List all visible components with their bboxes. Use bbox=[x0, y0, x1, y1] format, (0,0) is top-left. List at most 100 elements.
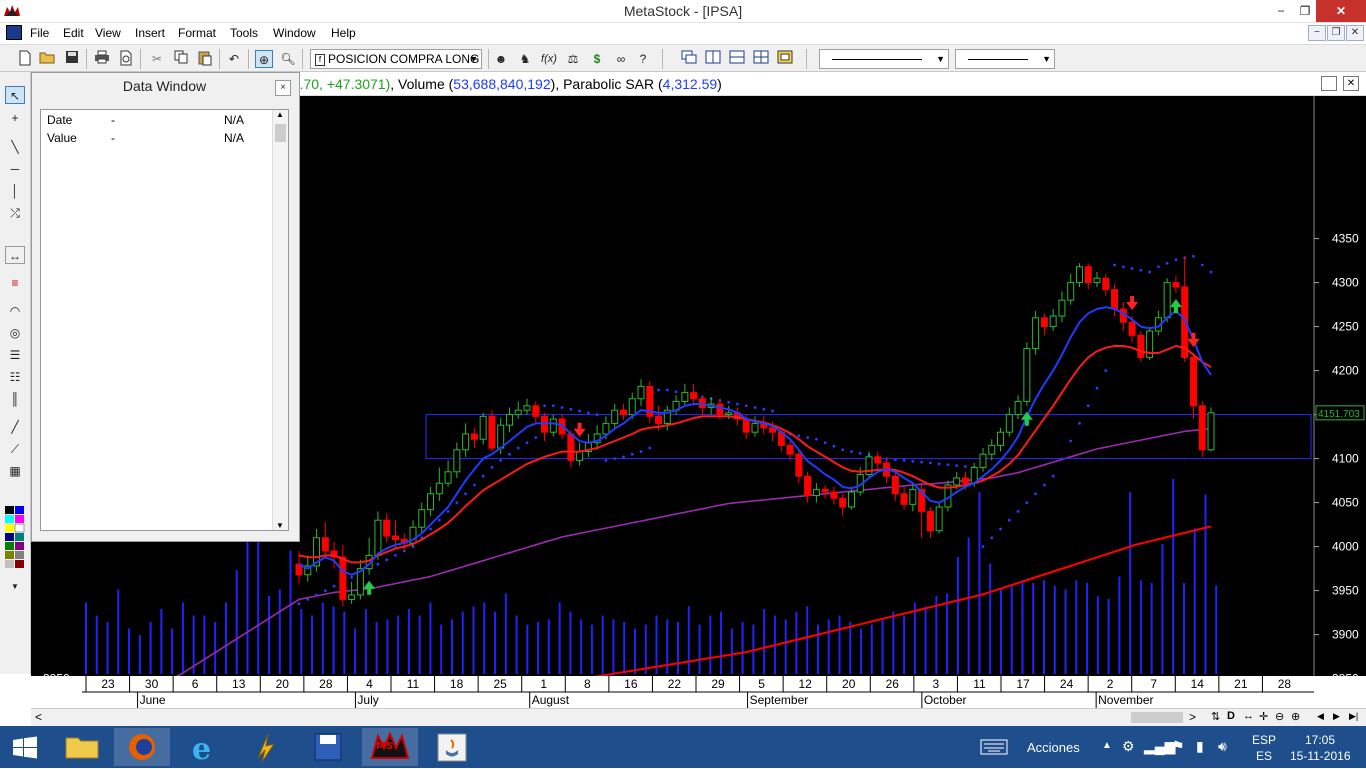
speed-lines-tool-icon[interactable]: ◠ bbox=[5, 302, 25, 320]
time-zones-tool-icon[interactable]: ║ bbox=[5, 390, 25, 408]
menu-format[interactable]: Format bbox=[178, 26, 216, 40]
menu-help[interactable]: Help bbox=[331, 26, 356, 40]
nav-move-icon[interactable]: ✛ bbox=[1259, 710, 1268, 723]
open-folder-icon[interactable] bbox=[38, 50, 56, 68]
document-icon[interactable] bbox=[6, 25, 22, 40]
horizontal-line-tool-icon[interactable]: ─ bbox=[5, 160, 25, 178]
x-axis-month-label: September bbox=[750, 693, 809, 707]
menu-window[interactable]: Window bbox=[273, 26, 316, 40]
cascade-windows-icon[interactable] bbox=[680, 50, 698, 68]
window-close-button[interactable]: ✕ bbox=[1316, 0, 1366, 22]
floppy-save-icon[interactable] bbox=[300, 728, 356, 766]
pane-close-button[interactable]: ✕ bbox=[1343, 76, 1359, 91]
expert-advisor-combo[interactable]: f POSICION COMPRA LONG ▼ bbox=[310, 49, 482, 69]
candle-body bbox=[716, 403, 724, 416]
explorer-icon[interactable]: ♞ bbox=[516, 50, 534, 68]
layout-icon[interactable] bbox=[776, 50, 794, 68]
fibonacci-arcs-tool-icon[interactable]: ◎ bbox=[5, 324, 25, 342]
network-tray-icon[interactable]: ⚙ bbox=[1122, 738, 1135, 755]
menu-insert[interactable]: Insert bbox=[135, 26, 165, 40]
palette-more-icon[interactable]: ▼ bbox=[5, 578, 25, 596]
language-label[interactable]: ESP bbox=[1252, 733, 1276, 747]
dollar-icon[interactable]: $ bbox=[588, 50, 606, 68]
internet-explorer-icon[interactable]: e bbox=[176, 728, 232, 767]
line-style-combo[interactable]: ▼ bbox=[819, 49, 949, 69]
file-explorer-icon[interactable] bbox=[54, 728, 110, 766]
mdi-restore-button[interactable]: ❐ bbox=[1327, 25, 1345, 41]
scroll-down-icon[interactable]: ▼ bbox=[276, 521, 284, 530]
new-file-icon[interactable] bbox=[16, 50, 34, 68]
tile-grid-icon[interactable] bbox=[752, 50, 770, 68]
menu-view[interactable]: View bbox=[95, 26, 121, 40]
scroll-left-icon[interactable]: < bbox=[35, 710, 42, 724]
flag-tray-icon[interactable]: ⚑ bbox=[1172, 738, 1185, 755]
candle-body bbox=[611, 409, 619, 424]
zoom-out-icon[interactable]: ⊖ bbox=[1275, 710, 1284, 723]
channel-tool-icon[interactable]: ≡ bbox=[5, 274, 25, 292]
scroll-thumb[interactable] bbox=[1131, 712, 1183, 723]
arrows-tool-icon[interactable]: ↔ bbox=[5, 246, 25, 264]
java-icon[interactable] bbox=[424, 728, 480, 766]
nav-end-icon[interactable]: ▶| bbox=[1349, 711, 1358, 722]
mdi-close-button[interactable]: ✕ bbox=[1346, 25, 1364, 41]
nav-sort-icon[interactable]: ⇅ bbox=[1211, 710, 1220, 723]
line-tool-icon[interactable]: ╱ bbox=[5, 418, 25, 436]
indicator-builder-icon[interactable]: f(x) bbox=[540, 50, 558, 68]
start-button[interactable] bbox=[0, 728, 50, 766]
gann-grid-tool-icon[interactable]: ▦ bbox=[5, 462, 25, 480]
nav-horizontal-icon[interactable]: ↔ bbox=[1243, 710, 1254, 722]
trendline-tool-icon[interactable]: ╲ bbox=[5, 138, 25, 156]
cut-icon[interactable]: ✂ bbox=[148, 50, 166, 68]
copy-icon[interactable] bbox=[172, 50, 190, 68]
cycle-lines-tool-icon[interactable]: ⤮ bbox=[5, 204, 25, 222]
scroll-thumb[interactable] bbox=[275, 124, 286, 142]
battery-tray-icon[interactable]: ▮ bbox=[1196, 738, 1204, 755]
line-weight-combo[interactable]: ▼ bbox=[955, 49, 1055, 69]
chart-scrollbar[interactable]: < > ⇅ D ↔ ✛ ⊖ ⊕ ◀ ▶ ▶| bbox=[31, 708, 1366, 726]
expert-advisor-icon[interactable]: ☻ bbox=[492, 50, 510, 68]
data-window-close-button[interactable]: × bbox=[275, 80, 291, 96]
pane-maximize-button[interactable] bbox=[1321, 76, 1337, 91]
fibonacci-extension-tool-icon[interactable]: ☷ bbox=[5, 368, 25, 386]
menu-tools[interactable]: Tools bbox=[230, 26, 258, 40]
system-tester-icon[interactable]: ⚖ bbox=[564, 50, 582, 68]
data-window-scrollbar[interactable]: ▲ ▼ bbox=[272, 110, 288, 530]
zoom-icon[interactable]: 🔍︎ bbox=[279, 50, 297, 68]
crosshair-tool-icon[interactable]: + bbox=[5, 109, 25, 127]
menu-edit[interactable]: Edit bbox=[63, 26, 84, 40]
signal-tray-icon[interactable]: ▂▄▆ bbox=[1144, 738, 1175, 755]
nav-periodicity-icon[interactable]: D bbox=[1227, 710, 1235, 722]
keyboard-icon[interactable] bbox=[980, 739, 1008, 758]
paste-icon[interactable] bbox=[196, 50, 214, 68]
binoculars-icon[interactable]: ∞ bbox=[612, 50, 630, 68]
zoom-in-icon[interactable]: ⊕ bbox=[1291, 710, 1300, 723]
scroll-up-icon[interactable]: ▲ bbox=[276, 110, 284, 119]
crosshair-icon[interactable]: ⊕ bbox=[255, 50, 273, 68]
tile-horizontal-icon[interactable] bbox=[728, 50, 746, 68]
clock-date[interactable]: 15-11-2016 bbox=[1290, 749, 1351, 763]
pointer-tool-icon[interactable]: ↖ bbox=[5, 86, 25, 104]
save-icon[interactable] bbox=[63, 50, 81, 68]
print-icon[interactable] bbox=[93, 50, 111, 68]
menu-file[interactable]: File bbox=[30, 26, 49, 40]
metastock-taskbar-icon[interactable]: MS bbox=[362, 728, 418, 766]
scroll-right-icon[interactable]: > bbox=[1189, 710, 1196, 724]
flashget-icon[interactable] bbox=[238, 728, 294, 766]
help-pointer-icon[interactable]: ? bbox=[634, 50, 652, 68]
acciones-label[interactable]: Acciones bbox=[1027, 740, 1080, 755]
nav-forward-icon[interactable]: ▶ bbox=[1333, 711, 1340, 722]
keyboard-layout-label[interactable]: ES bbox=[1256, 749, 1272, 763]
fibonacci-retracement-tool-icon[interactable]: ☰ bbox=[5, 346, 25, 364]
undo-icon[interactable]: ↶ bbox=[225, 50, 243, 68]
tray-chevron-up-icon[interactable]: ▲ bbox=[1102, 740, 1112, 751]
gann-fan-tool-icon[interactable]: ⟋ bbox=[5, 440, 25, 458]
color-palette[interactable] bbox=[5, 506, 25, 578]
firefox-icon[interactable] bbox=[114, 728, 170, 766]
nav-back-icon[interactable]: ◀ bbox=[1317, 711, 1324, 722]
mdi-minimize-button[interactable]: − bbox=[1308, 25, 1326, 41]
print-preview-icon[interactable] bbox=[117, 50, 135, 68]
volume-tray-icon[interactable]: 🔊︎ bbox=[1218, 738, 1227, 755]
clock-time[interactable]: 17:05 bbox=[1305, 733, 1335, 747]
vertical-line-tool-icon[interactable]: │ bbox=[5, 182, 25, 200]
tile-vertical-icon[interactable] bbox=[704, 50, 722, 68]
